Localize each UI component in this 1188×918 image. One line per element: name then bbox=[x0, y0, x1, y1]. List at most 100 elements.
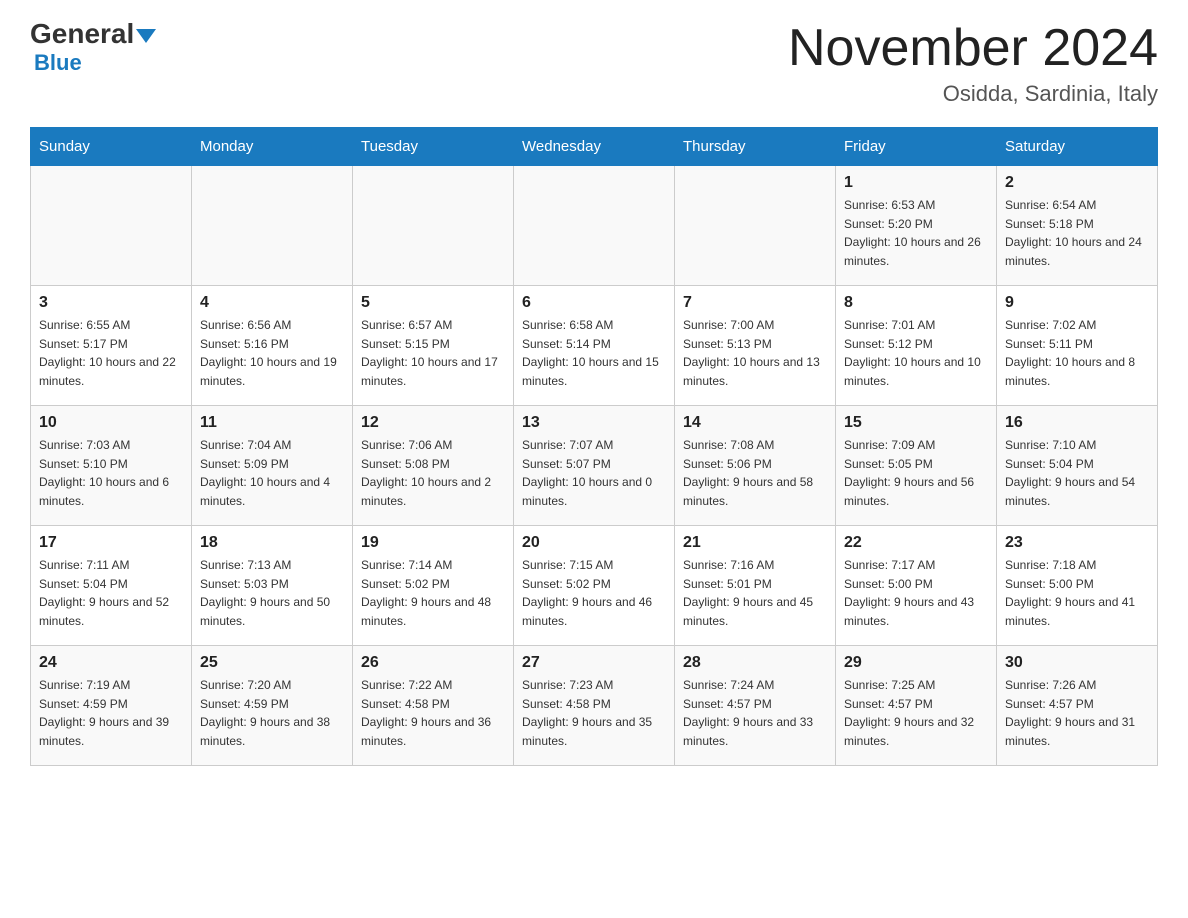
calendar-cell: 13 Sunrise: 7:07 AMSunset: 5:07 PMDayligh… bbox=[514, 406, 675, 526]
calendar-cell: 30 Sunrise: 7:26 AMSunset: 4:57 PMDayligh… bbox=[997, 646, 1158, 766]
calendar-cell: 25 Sunrise: 7:20 AMSunset: 4:59 PMDayligh… bbox=[192, 646, 353, 766]
calendar-cell: 5 Sunrise: 6:57 AMSunset: 5:15 PMDaylight… bbox=[353, 286, 514, 406]
calendar-cell: 19 Sunrise: 7:14 AMSunset: 5:02 PMDayligh… bbox=[353, 526, 514, 646]
day-number: 16 bbox=[1005, 414, 1149, 432]
day-number: 18 bbox=[200, 534, 344, 552]
calendar-cell: 23 Sunrise: 7:18 AMSunset: 5:00 PMDayligh… bbox=[997, 526, 1158, 646]
day-number: 30 bbox=[1005, 654, 1149, 672]
calendar-cell: 22 Sunrise: 7:17 AMSunset: 5:00 PMDayligh… bbox=[836, 526, 997, 646]
day-info: Sunrise: 7:19 AMSunset: 4:59 PMDaylight:… bbox=[39, 676, 183, 750]
calendar-cell bbox=[353, 166, 514, 286]
day-info: Sunrise: 7:14 AMSunset: 5:02 PMDaylight:… bbox=[361, 556, 505, 630]
calendar-cell: 2Sunrise: 6:54 AMSunset: 5:18 PMDaylight… bbox=[997, 166, 1158, 286]
day-info: Sunrise: 7:06 AMSunset: 5:08 PMDaylight:… bbox=[361, 436, 505, 510]
calendar-cell: 27 Sunrise: 7:23 AMSunset: 4:58 PMDayligh… bbox=[514, 646, 675, 766]
day-info: Sunrise: 7:00 AMSunset: 5:13 PMDaylight:… bbox=[683, 316, 827, 390]
calendar-cell: 3Sunrise: 6:55 AMSunset: 5:17 PMDaylight… bbox=[31, 286, 192, 406]
day-info: Sunrise: 7:02 AMSunset: 5:11 PMDaylight:… bbox=[1005, 316, 1149, 390]
day-info: Sunrise: 7:07 AMSunset: 5:07 PMDaylight:… bbox=[522, 436, 666, 510]
week-row-4: 17Sunrise: 7:11 AMSunset: 5:04 PMDayligh… bbox=[31, 526, 1158, 646]
day-number: 13 bbox=[522, 414, 666, 432]
day-number: 11 bbox=[200, 414, 344, 432]
header-wednesday: Wednesday bbox=[514, 128, 675, 166]
page-header: General Blue November 2024 Osidda, Sardi… bbox=[30, 20, 1158, 107]
day-number: 26 bbox=[361, 654, 505, 672]
week-row-3: 10 Sunrise: 7:03 AMSunset: 5:10 PMDayligh… bbox=[31, 406, 1158, 526]
calendar-cell bbox=[31, 166, 192, 286]
day-number: 21 bbox=[683, 534, 827, 552]
day-number: 4 bbox=[200, 294, 344, 312]
day-info: Sunrise: 6:57 AMSunset: 5:15 PMDaylight:… bbox=[361, 316, 505, 390]
day-info: Sunrise: 7:01 AMSunset: 5:12 PMDaylight:… bbox=[844, 316, 988, 390]
header-sunday: Sunday bbox=[31, 128, 192, 166]
month-title: November 2024 bbox=[788, 20, 1158, 77]
calendar-cell: 26 Sunrise: 7:22 AMSunset: 4:58 PMDayligh… bbox=[353, 646, 514, 766]
day-number: 8 bbox=[844, 294, 988, 312]
logo: General Blue bbox=[30, 20, 156, 76]
day-info: Sunrise: 6:54 AMSunset: 5:18 PMDaylight:… bbox=[1005, 196, 1149, 270]
day-number: 19 bbox=[361, 534, 505, 552]
day-info: Sunrise: 7:08 AMSunset: 5:06 PMDaylight:… bbox=[683, 436, 827, 510]
header-saturday: Saturday bbox=[997, 128, 1158, 166]
calendar-cell bbox=[192, 166, 353, 286]
calendar-cell: 15Sunrise: 7:09 AMSunset: 5:05 PMDayligh… bbox=[836, 406, 997, 526]
logo-triangle-icon bbox=[136, 29, 156, 43]
day-info: Sunrise: 7:09 AMSunset: 5:05 PMDaylight:… bbox=[844, 436, 988, 510]
calendar-table: Sunday Monday Tuesday Wednesday Thursday… bbox=[30, 127, 1158, 766]
title-area: November 2024 Osidda, Sardinia, Italy bbox=[788, 20, 1158, 107]
day-info: Sunrise: 7:20 AMSunset: 4:59 PMDaylight:… bbox=[200, 676, 344, 750]
calendar-cell: 11Sunrise: 7:04 AMSunset: 5:09 PMDayligh… bbox=[192, 406, 353, 526]
day-number: 24 bbox=[39, 654, 183, 672]
day-number: 6 bbox=[522, 294, 666, 312]
calendar-cell: 29Sunrise: 7:25 AMSunset: 4:57 PMDayligh… bbox=[836, 646, 997, 766]
day-info: Sunrise: 7:17 AMSunset: 5:00 PMDaylight:… bbox=[844, 556, 988, 630]
location-title: Osidda, Sardinia, Italy bbox=[788, 81, 1158, 107]
calendar-cell bbox=[675, 166, 836, 286]
day-number: 14 bbox=[683, 414, 827, 432]
day-info: Sunrise: 7:23 AMSunset: 4:58 PMDaylight:… bbox=[522, 676, 666, 750]
calendar-cell: 18 Sunrise: 7:13 AMSunset: 5:03 PMDayligh… bbox=[192, 526, 353, 646]
calendar-cell: 24 Sunrise: 7:19 AMSunset: 4:59 PMDayligh… bbox=[31, 646, 192, 766]
calendar-cell: 28Sunrise: 7:24 AMSunset: 4:57 PMDayligh… bbox=[675, 646, 836, 766]
logo-blue: Blue bbox=[30, 50, 82, 76]
calendar-cell: 8 Sunrise: 7:01 AMSunset: 5:12 PMDaylight… bbox=[836, 286, 997, 406]
calendar-cell: 10 Sunrise: 7:03 AMSunset: 5:10 PMDayligh… bbox=[31, 406, 192, 526]
day-info: Sunrise: 7:13 AMSunset: 5:03 PMDaylight:… bbox=[200, 556, 344, 630]
day-number: 7 bbox=[683, 294, 827, 312]
day-info: Sunrise: 6:53 AMSunset: 5:20 PMDaylight:… bbox=[844, 196, 988, 270]
calendar-cell: 14 Sunrise: 7:08 AMSunset: 5:06 PMDayligh… bbox=[675, 406, 836, 526]
header-friday: Friday bbox=[836, 128, 997, 166]
calendar-cell: 6 Sunrise: 6:58 AMSunset: 5:14 PMDaylight… bbox=[514, 286, 675, 406]
header-tuesday: Tuesday bbox=[353, 128, 514, 166]
calendar-cell: 4 Sunrise: 6:56 AMSunset: 5:16 PMDaylight… bbox=[192, 286, 353, 406]
day-info: Sunrise: 7:22 AMSunset: 4:58 PMDaylight:… bbox=[361, 676, 505, 750]
week-row-5: 24 Sunrise: 7:19 AMSunset: 4:59 PMDayligh… bbox=[31, 646, 1158, 766]
day-number: 12 bbox=[361, 414, 505, 432]
day-number: 27 bbox=[522, 654, 666, 672]
calendar-cell: 20Sunrise: 7:15 AMSunset: 5:02 PMDayligh… bbox=[514, 526, 675, 646]
day-number: 1 bbox=[844, 174, 988, 192]
day-info: Sunrise: 7:26 AMSunset: 4:57 PMDaylight:… bbox=[1005, 676, 1149, 750]
day-info: Sunrise: 7:10 AMSunset: 5:04 PMDaylight:… bbox=[1005, 436, 1149, 510]
day-number: 25 bbox=[200, 654, 344, 672]
calendar-cell: 17Sunrise: 7:11 AMSunset: 5:04 PMDayligh… bbox=[31, 526, 192, 646]
calendar-cell: 16 Sunrise: 7:10 AMSunset: 5:04 PMDayligh… bbox=[997, 406, 1158, 526]
day-number: 9 bbox=[1005, 294, 1149, 312]
day-info: Sunrise: 6:58 AMSunset: 5:14 PMDaylight:… bbox=[522, 316, 666, 390]
day-number: 20 bbox=[522, 534, 666, 552]
week-row-2: 3Sunrise: 6:55 AMSunset: 5:17 PMDaylight… bbox=[31, 286, 1158, 406]
day-info: Sunrise: 6:56 AMSunset: 5:16 PMDaylight:… bbox=[200, 316, 344, 390]
day-number: 5 bbox=[361, 294, 505, 312]
header-monday: Monday bbox=[192, 128, 353, 166]
day-number: 10 bbox=[39, 414, 183, 432]
calendar-cell: 21Sunrise: 7:16 AMSunset: 5:01 PMDayligh… bbox=[675, 526, 836, 646]
calendar-cell: 12 Sunrise: 7:06 AMSunset: 5:08 PMDayligh… bbox=[353, 406, 514, 526]
calendar-cell: 1 Sunrise: 6:53 AMSunset: 5:20 PMDaylight… bbox=[836, 166, 997, 286]
day-info: Sunrise: 7:03 AMSunset: 5:10 PMDaylight:… bbox=[39, 436, 183, 510]
day-info: Sunrise: 7:18 AMSunset: 5:00 PMDaylight:… bbox=[1005, 556, 1149, 630]
day-number: 22 bbox=[844, 534, 988, 552]
day-info: Sunrise: 7:25 AMSunset: 4:57 PMDaylight:… bbox=[844, 676, 988, 750]
day-info: Sunrise: 7:24 AMSunset: 4:57 PMDaylight:… bbox=[683, 676, 827, 750]
calendar-cell: 9 Sunrise: 7:02 AMSunset: 5:11 PMDaylight… bbox=[997, 286, 1158, 406]
day-number: 23 bbox=[1005, 534, 1149, 552]
